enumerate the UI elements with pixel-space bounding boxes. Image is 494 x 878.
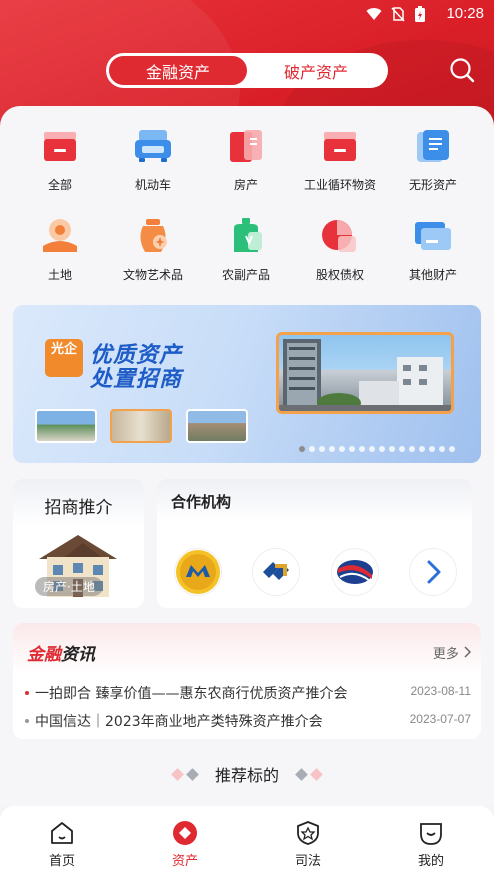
financial-news: 金融资讯 更多 一拍即合 臻享价值——惠东农商行优质资产推介会 2023-08-… [13, 623, 481, 739]
banner-dot[interactable] [439, 446, 445, 452]
news-heading: 金融资讯 [27, 645, 95, 665]
tab-home[interactable]: 首页 [22, 820, 102, 869]
category-grid: 全部 机动车 房产 工业循环物资 无形资产 土地 文物艺术品 农副产品 股权债权… [0, 116, 494, 306]
diamond-icon [310, 768, 323, 781]
home-icon [49, 820, 75, 846]
car-icon [133, 126, 173, 166]
search-icon[interactable] [448, 56, 476, 84]
invest-tag: 房产·土地 [35, 577, 103, 596]
justice-icon [295, 820, 321, 846]
partner-logo-2[interactable] [253, 549, 299, 595]
partners-card: 合作机构 [157, 479, 472, 608]
banner-thumb-2 [110, 409, 172, 443]
news-more-link[interactable]: 更多 [433, 643, 472, 662]
banner-pagination [299, 446, 455, 452]
land-icon [40, 216, 80, 256]
invest-title: 招商推介 [44, 498, 113, 518]
promo-banner[interactable]: 光企 优质资产 处置招商 [13, 305, 481, 463]
news-item[interactable]: 中国信达｜2023年商业地产类特殊资产推介会 2023-07-07 [25, 711, 471, 733]
intangible-icon [413, 126, 453, 166]
news-item[interactable]: 一拍即合 臻享价值——惠东农商行优质资产推介会 2023-08-11 [25, 683, 471, 705]
banner-dot[interactable] [399, 446, 405, 452]
tab-justice[interactable]: 司法 [268, 820, 348, 869]
banner-title-line2: 处置招商 [90, 367, 183, 392]
battery-icon [414, 6, 430, 22]
category-house[interactable]: 房产 [200, 116, 292, 196]
status-time: 10:28 [446, 5, 484, 22]
partner-logo-1[interactable] [175, 549, 221, 595]
banner-dot[interactable] [299, 446, 305, 452]
banner-dot[interactable] [419, 446, 425, 452]
tab-profile[interactable]: 我的 [391, 820, 471, 869]
asset-type-switch: 金融资产 破产资产 [106, 53, 388, 88]
recommended-heading: 推荐标的 [0, 762, 494, 786]
bottom-tab-bar: 首页 资产 司法 我的 [0, 806, 494, 878]
asset-icon [172, 820, 198, 846]
category-all[interactable]: 全部 [14, 116, 106, 196]
tab-financial-assets[interactable]: 金融资产 [109, 56, 247, 85]
banner-badge: 光企 [45, 339, 83, 377]
banner-dot[interactable] [369, 446, 375, 452]
banner-dot[interactable] [329, 446, 335, 452]
banner-dot[interactable] [349, 446, 355, 452]
tab-bankruptcy-assets[interactable]: 破产资产 [247, 56, 385, 85]
status-bar: 10:28 [0, 0, 494, 28]
industrial-icon [320, 126, 360, 166]
category-equity[interactable]: 股权债权 [294, 206, 386, 286]
banner-dot[interactable] [339, 446, 345, 452]
main-content: 全部 机动车 房产 工业循环物资 无形资产 土地 文物艺术品 农副产品 股权债权… [0, 106, 494, 806]
banner-dot[interactable] [379, 446, 385, 452]
banner-dot[interactable] [309, 446, 315, 452]
banner-dot[interactable] [409, 446, 415, 452]
investment-promo-card[interactable]: 招商推介 房产·土地 [13, 479, 144, 608]
no-sim-icon [390, 6, 406, 22]
partner-logo-3[interactable] [332, 549, 378, 595]
partners-title: 合作机构 [171, 493, 232, 511]
diamond-icon [171, 768, 184, 781]
category-industrial[interactable]: 工业循环物资 [294, 116, 386, 196]
tab-assets[interactable]: 资产 [145, 820, 225, 869]
category-artwork[interactable]: 文物艺术品 [107, 206, 199, 286]
diamond-icon [186, 768, 199, 781]
banner-dot[interactable] [389, 446, 395, 452]
category-agri[interactable]: 农副产品 [200, 206, 292, 286]
banner-dot[interactable] [319, 446, 325, 452]
other-icon [413, 216, 453, 256]
category-intangible[interactable]: 无形资产 [387, 116, 479, 196]
banner-thumb-1 [35, 409, 97, 443]
partners-next-arrow-icon[interactable] [410, 549, 456, 595]
banner-thumb-3 [186, 409, 248, 443]
banner-dot[interactable] [429, 446, 435, 452]
all-icon [40, 126, 80, 166]
profile-icon [418, 820, 444, 846]
banner-dot[interactable] [359, 446, 365, 452]
wifi-icon [366, 6, 382, 22]
equity-icon [320, 216, 360, 256]
category-land[interactable]: 土地 [14, 206, 106, 286]
chevron-right-icon [464, 646, 472, 658]
house-icon [226, 126, 266, 166]
agri-icon [226, 216, 266, 256]
category-other[interactable]: 其他财产 [387, 206, 479, 286]
banner-photo [276, 332, 454, 414]
banner-dot[interactable] [449, 446, 455, 452]
category-vehicle[interactable]: 机动车 [107, 116, 199, 196]
artwork-icon [133, 216, 173, 256]
diamond-icon [295, 768, 308, 781]
